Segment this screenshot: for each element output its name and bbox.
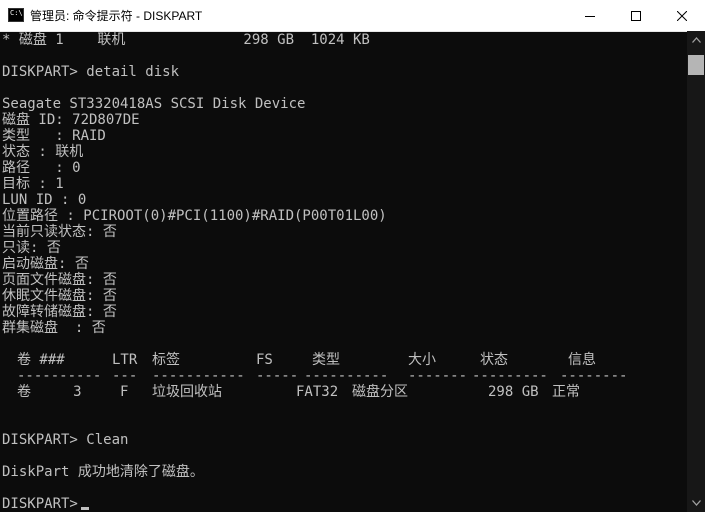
disk-lun-id: LUN ID : 0 bbox=[2, 192, 87, 208]
title-bar[interactable]: C:\. 管理员: 命令提示符 - DISKPART bbox=[0, 0, 705, 32]
volume-separator: --- bbox=[112, 368, 138, 384]
window-title: 管理员: 命令提示符 - DISKPART bbox=[30, 9, 203, 23]
disk-list-line: * 磁盘 1 联机 298 GB 1024 KB bbox=[2, 32, 370, 48]
volume-separator: ----- bbox=[256, 368, 299, 384]
disk-type: 类型 : RAID bbox=[2, 128, 106, 144]
volume-header-number: 卷 ### bbox=[17, 352, 65, 368]
disk-hibernation: 休眠文件磁盘: 否 bbox=[2, 288, 117, 304]
volume-row-label: 垃圾回收站 bbox=[152, 384, 222, 400]
volume-separator: ------- bbox=[408, 368, 468, 384]
volume-row-status: 正常 bbox=[552, 384, 580, 400]
disk-path: 路径 : 0 bbox=[2, 160, 81, 176]
volume-header-info: 信息 bbox=[568, 352, 596, 368]
disk-location-path: 位置路径 : PCIROOT(0)#PCI(1100)#RAID(P00T01L… bbox=[2, 208, 387, 224]
volume-header-size: 大小 bbox=[408, 352, 436, 368]
command-prompt-window: C:\. 管理员: 命令提示符 - DISKPART * 磁盘 1 联机 298… bbox=[0, 0, 705, 512]
disk-crashdump: 故障转储磁盘: 否 bbox=[2, 304, 117, 320]
volume-header-fs: FS bbox=[256, 352, 273, 368]
scrollbar-thumb[interactable] bbox=[688, 55, 704, 75]
disk-current-readonly: 当前只读状态: 否 bbox=[2, 224, 117, 240]
command-prompt-icon: C:\. bbox=[8, 8, 27, 22]
chevron-up-icon bbox=[691, 37, 701, 43]
volume-separator: --------- bbox=[472, 368, 548, 384]
volume-header-ltr: LTR bbox=[112, 352, 138, 368]
volume-separator: ---------- bbox=[17, 368, 102, 384]
minimize-button[interactable] bbox=[567, 0, 613, 31]
disk-target: 目标 : 1 bbox=[2, 176, 64, 192]
text-cursor bbox=[81, 507, 89, 510]
maximize-icon bbox=[631, 10, 641, 21]
volume-header-label: 标签 bbox=[152, 352, 180, 368]
volume-row-ltr: F bbox=[120, 384, 129, 400]
disk-pagefile: 页面文件磁盘: 否 bbox=[2, 272, 117, 288]
scroll-down-button[interactable] bbox=[687, 494, 705, 512]
volume-header-type: 类型 bbox=[312, 352, 340, 368]
disk-status: 状态 : 联机 bbox=[2, 144, 84, 160]
disk-readonly: 只读: 否 bbox=[2, 240, 61, 256]
volume-separator: ----------- bbox=[152, 368, 245, 384]
scroll-up-button[interactable] bbox=[687, 31, 705, 49]
chevron-down-icon bbox=[691, 500, 701, 506]
command-detail-disk: DISKPART> detail disk bbox=[2, 64, 180, 80]
disk-model: Seagate ST3320418AS SCSI Disk Device bbox=[2, 96, 306, 112]
volume-separator: -------- bbox=[560, 368, 628, 384]
minimize-icon bbox=[585, 15, 595, 17]
maximize-button[interactable] bbox=[613, 0, 659, 31]
volume-row-type: 磁盘分区 bbox=[352, 384, 408, 400]
vertical-scrollbar[interactable] bbox=[687, 31, 705, 512]
clean-result: DiskPart 成功地清除了磁盘。 bbox=[2, 464, 204, 480]
disk-id: 磁盘 ID: 72D807DE bbox=[2, 112, 140, 128]
console-output[interactable]: * 磁盘 1 联机 298 GB 1024 KB DISKPART> detai… bbox=[0, 31, 687, 512]
disk-cluster: 群集磁盘 : 否 bbox=[2, 320, 106, 336]
volume-row-size: 298 GB bbox=[488, 384, 539, 400]
volume-header-status: 状态 bbox=[480, 352, 508, 368]
volume-row-fs: FAT32 bbox=[296, 384, 339, 400]
command-prompt[interactable]: DISKPART> bbox=[2, 496, 86, 512]
volume-row-number: 卷 3 bbox=[17, 384, 82, 400]
disk-boot: 启动磁盘: 否 bbox=[2, 256, 89, 272]
command-clean: DISKPART> Clean bbox=[2, 432, 129, 448]
close-icon bbox=[677, 10, 687, 21]
close-button[interactable] bbox=[659, 0, 705, 31]
volume-separator: ---------- bbox=[304, 368, 389, 384]
